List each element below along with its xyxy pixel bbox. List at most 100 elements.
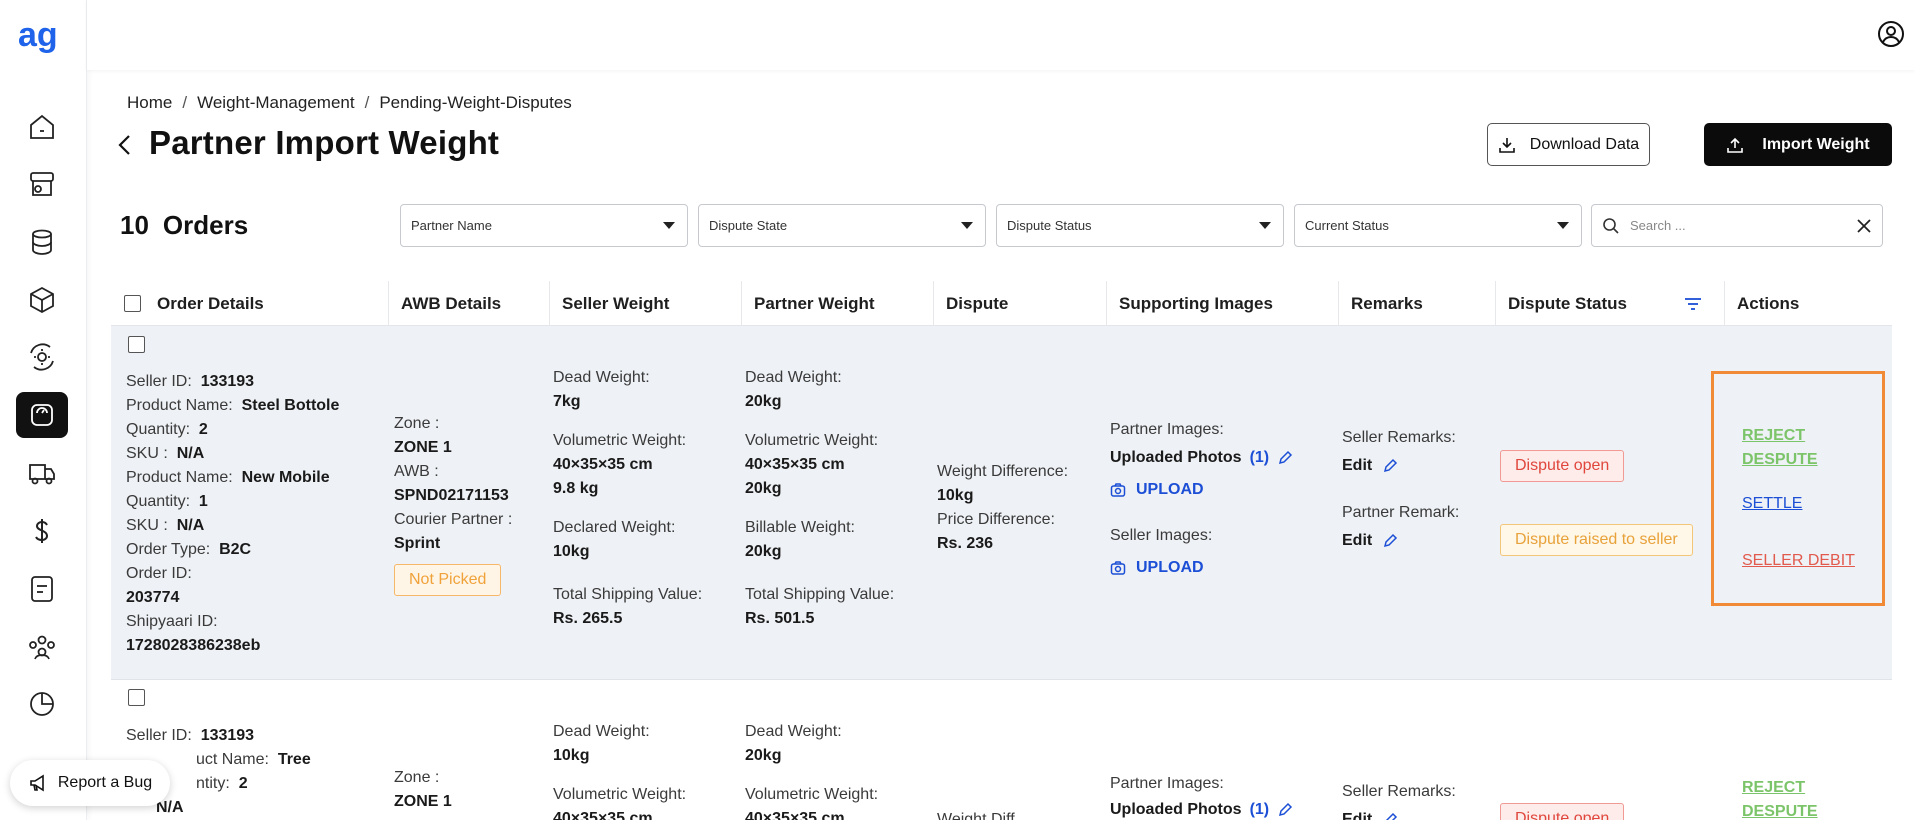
back-chevron-icon[interactable] (114, 130, 136, 160)
declared-weight-value: 10kg (553, 543, 590, 560)
price-difference-label: Price Difference: (937, 511, 1055, 528)
nav-settings-sync[interactable] (16, 334, 68, 380)
seller-debit-link[interactable]: SELLER DEBIT (1742, 549, 1855, 573)
quantity-value: 2 (198, 421, 208, 438)
edit-label: Edit (1342, 532, 1373, 549)
reject-dispute-link[interactable]: REJECT DESPUTE (1742, 424, 1818, 472)
pie-chart-icon (30, 692, 54, 716)
seller-id-value: 133193 (200, 373, 255, 390)
column-label: Actions (1737, 293, 1800, 313)
sku-label: SKU : (126, 517, 168, 534)
column-awb-details: AWB Details (389, 281, 550, 326)
dispute-state-filter-label: Dispute State (709, 218, 788, 233)
partner-name-filter[interactable]: Partner Name (400, 204, 688, 247)
upload-icon (1727, 137, 1744, 153)
seller-remarks-label: Seller Remarks: (1342, 429, 1456, 446)
nav-weight[interactable] (16, 392, 68, 438)
nav-database[interactable] (16, 219, 68, 265)
order-id-label: Order ID: (126, 565, 192, 582)
nav-packages[interactable] (16, 277, 68, 323)
zone-value: ZONE 1 (394, 439, 452, 456)
store-icon (30, 172, 54, 196)
nav-home[interactable] (16, 104, 68, 150)
product-name-value: New Mobile (241, 469, 330, 486)
row-checkbox[interactable] (128, 336, 145, 353)
nav-store[interactable] (16, 161, 68, 207)
breadcrumb-separator: / (364, 93, 370, 112)
dispute-open-badge: Dispute open (1500, 803, 1625, 820)
caret-down-icon (961, 222, 973, 229)
dispute-state-filter[interactable]: Dispute State (698, 204, 986, 247)
seller-upload-button[interactable]: UPLOAD (1110, 556, 1335, 580)
partner-upload-button[interactable]: UPLOAD (1110, 478, 1335, 502)
column-label: Supporting Images (1119, 293, 1273, 313)
awb-status-badge: Not Picked (394, 564, 502, 596)
download-data-button[interactable]: Download Data (1487, 123, 1650, 166)
order-type-value: B2C (219, 541, 252, 558)
column-label: AWB Details (401, 293, 502, 313)
reject-line1: REJECT (1742, 427, 1806, 444)
dimensions-value: 40×35×35 cm (745, 456, 845, 473)
remarks-cell: Seller Remarks: Edit (1342, 780, 1492, 820)
dimensions-value: 40×35×35 cm (745, 810, 845, 820)
volumetric-weight-label: Volumetric Weight: (553, 432, 687, 449)
table-row: Seller ID: 133193 uct Name: Tree ntity: … (111, 680, 1892, 820)
user-circle-icon[interactable] (1877, 20, 1905, 48)
volumetric-weight-value: 20kg (745, 480, 782, 497)
edit-label: Edit (1342, 457, 1373, 474)
filter-icon[interactable] (1684, 297, 1702, 311)
gear-sync-icon (30, 343, 54, 371)
column-label: Seller Weight (562, 293, 670, 313)
dead-weight-label: Dead Weight: (553, 369, 650, 386)
breadcrumb-home[interactable]: Home (127, 93, 172, 113)
volumetric-weight-label: Volumetric Weight: (745, 786, 879, 803)
total-shipping-value: Rs. 501.5 (745, 610, 815, 627)
seller-remarks-edit[interactable]: Edit (1342, 808, 1492, 820)
photo-count-link[interactable]: (1) (1250, 798, 1270, 820)
import-weight-button[interactable]: Import Weight (1704, 123, 1892, 166)
dollar-icon (35, 519, 49, 543)
report-bug-button[interactable]: Report a Bug (10, 760, 170, 806)
reject-dispute-link[interactable]: REJECT DESPUTE (1742, 776, 1818, 820)
partner-name-filter-label: Partner Name (411, 218, 492, 233)
dead-weight-value: 7kg (553, 393, 581, 410)
delivery-truck-icon (29, 464, 55, 485)
awb-details-cell: Zone : ZONE 1 AWB : SPND02171153 Courier… (394, 412, 549, 596)
nav-finance[interactable] (16, 508, 68, 554)
photo-count-link[interactable]: (1) (1250, 446, 1270, 470)
settle-link[interactable]: SETTLE (1742, 492, 1802, 516)
dispute-status-filter[interactable]: Dispute Status (996, 204, 1284, 247)
pencil-icon (1384, 533, 1398, 548)
current-status-filter[interactable]: Current Status (1294, 204, 1582, 247)
select-all-checkbox[interactable] (124, 295, 141, 312)
package-icon (30, 286, 54, 314)
breadcrumb: Home / Weight-Management / Pending-Weigh… (127, 93, 572, 113)
pencil-icon[interactable] (1277, 450, 1293, 466)
seller-remarks-edit[interactable]: Edit (1342, 454, 1492, 478)
search-box (1591, 204, 1883, 247)
partner-remark-edit[interactable]: Edit (1342, 529, 1492, 553)
app-logo[interactable]: ag (18, 16, 68, 58)
orders-count: 10 Orders (120, 210, 248, 241)
row-checkbox[interactable] (128, 689, 145, 706)
nav-users[interactable] (16, 624, 68, 670)
breadcrumb-weight-management[interactable]: Weight-Management (197, 93, 355, 113)
dead-weight-value: 20kg (745, 393, 782, 410)
caret-down-icon (663, 222, 675, 229)
search-input[interactable] (1630, 218, 1846, 233)
page-title: Partner Import Weight (149, 124, 500, 161)
quantity-value: 1 (198, 493, 208, 510)
sku-value: N/A (176, 445, 205, 462)
camera-icon (1110, 483, 1126, 497)
pencil-icon[interactable] (1277, 802, 1293, 818)
column-dispute-status: Dispute Status (1496, 281, 1725, 326)
nav-analytics[interactable] (16, 681, 68, 727)
nav-delivery[interactable] (16, 450, 68, 496)
total-shipping-value-label: Total Shipping Value: (553, 586, 703, 603)
quantity-label: Quantity: (126, 421, 191, 438)
billable-weight-label: Billable Weight: (745, 519, 855, 536)
nav-documents[interactable] (16, 566, 68, 612)
breadcrumb-pending-disputes[interactable]: Pending-Weight-Disputes (379, 93, 571, 113)
orders-count-label: Orders (162, 210, 249, 240)
close-icon[interactable] (1856, 218, 1872, 234)
